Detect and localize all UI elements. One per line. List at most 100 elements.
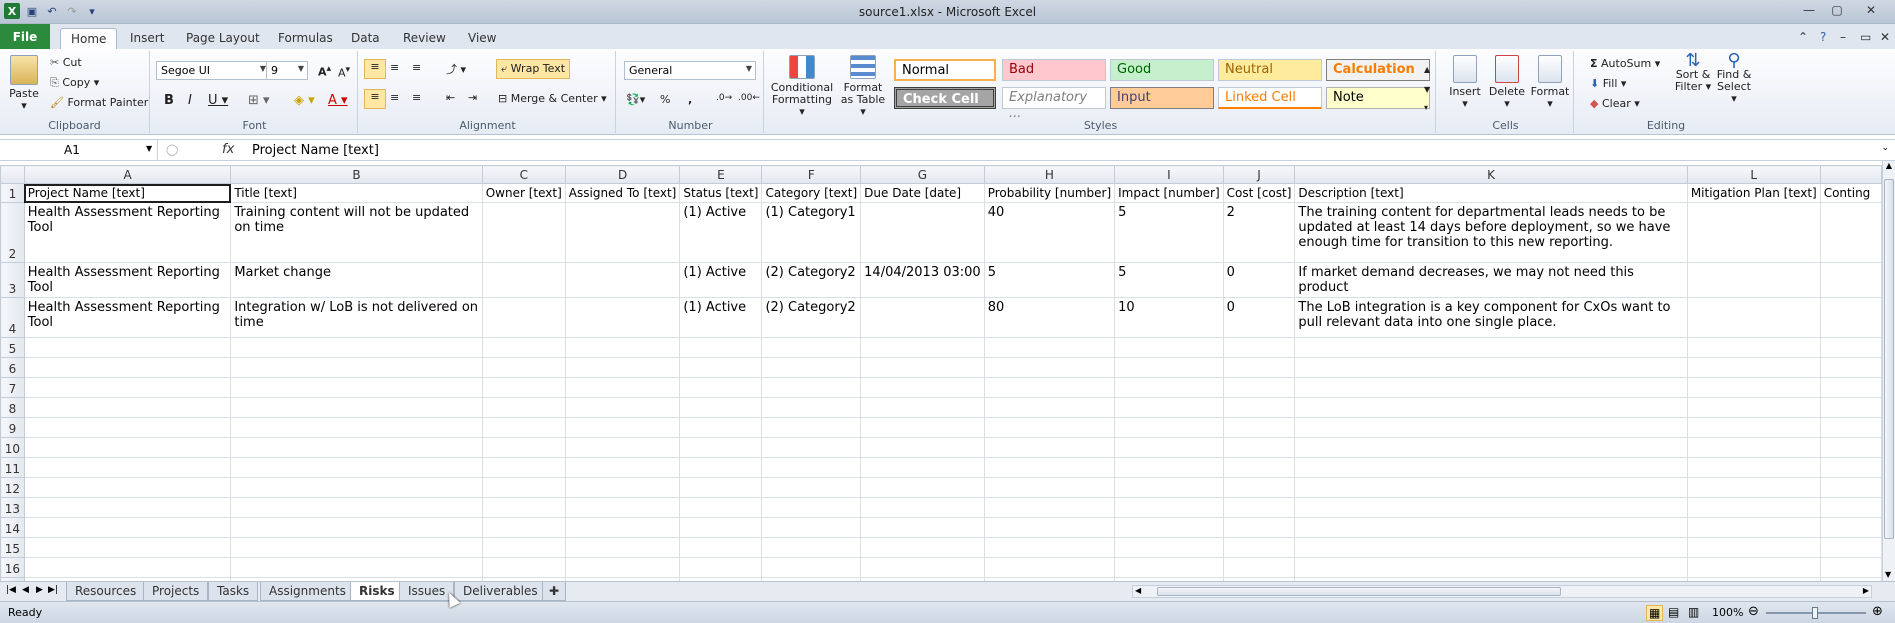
cell[interactable] [860, 557, 985, 578]
cell[interactable] [983, 457, 1116, 478]
cell[interactable] [564, 297, 681, 338]
cell[interactable] [1114, 557, 1224, 578]
cell[interactable] [564, 537, 681, 558]
sheet-tab-projects[interactable]: Projects [143, 582, 209, 601]
cell[interactable] [761, 537, 862, 558]
cell[interactable] [1114, 337, 1224, 358]
cell[interactable] [1294, 477, 1688, 498]
cell[interactable] [564, 557, 681, 578]
cell[interactable] [1686, 377, 1821, 398]
cell[interactable] [1819, 297, 1882, 338]
cell[interactable] [564, 262, 681, 298]
cut-button[interactable]: ✂ Cut [50, 56, 82, 69]
cell[interactable] [1222, 417, 1296, 438]
cell[interactable] [860, 457, 985, 478]
cell[interactable] [679, 377, 763, 398]
cell[interactable] [679, 537, 763, 558]
cell[interactable] [1294, 337, 1688, 358]
cell[interactable] [564, 497, 681, 518]
cell[interactable] [1222, 437, 1296, 458]
cell[interactable] [1686, 477, 1821, 498]
horizontal-scroll-thumb[interactable] [1157, 587, 1561, 596]
cell[interactable] [230, 377, 483, 398]
cell[interactable] [1114, 437, 1224, 458]
cell[interactable] [564, 357, 681, 378]
cell[interactable] [564, 377, 681, 398]
cell[interactable] [983, 557, 1116, 578]
cell[interactable]: Mitigation Plan [text] [1686, 183, 1821, 203]
cell[interactable] [230, 457, 483, 478]
cell[interactable] [1819, 497, 1882, 518]
cell[interactable] [1686, 457, 1821, 478]
cell[interactable] [860, 377, 985, 398]
cell[interactable] [1114, 477, 1224, 498]
comma-style-icon[interactable]: , [688, 93, 692, 106]
wrap-text-button[interactable]: ⤶ Wrap Text [496, 59, 571, 79]
cell[interactable] [1222, 337, 1296, 358]
cell[interactable]: Conting [1819, 183, 1882, 203]
style-note[interactable]: Note [1326, 87, 1430, 109]
cell[interactable] [1114, 457, 1224, 478]
cell[interactable] [1294, 357, 1688, 378]
cell[interactable] [23, 517, 232, 538]
row-header[interactable]: 9 [0, 417, 25, 438]
cell[interactable] [761, 557, 862, 578]
cell[interactable] [1114, 357, 1224, 378]
cell[interactable]: Health Assessment Reporting Tool [23, 297, 232, 338]
cell[interactable]: (2) Category2 [761, 297, 862, 338]
cell[interactable] [761, 457, 862, 478]
styles-scroll-down-icon[interactable]: ▼ [1424, 85, 1430, 94]
cell[interactable] [1819, 337, 1882, 358]
row-header[interactable]: 13 [0, 497, 25, 518]
align-left-icon[interactable]: ≡ [364, 89, 386, 109]
cell[interactable] [1222, 497, 1296, 518]
cell[interactable] [230, 337, 483, 358]
column-header[interactable]: H [983, 165, 1116, 184]
cell[interactable] [1222, 537, 1296, 558]
cell[interactable] [1294, 557, 1688, 578]
row-header[interactable]: 4 [0, 297, 25, 338]
cell[interactable] [761, 437, 862, 458]
style-neutral[interactable]: Neutral [1218, 59, 1322, 81]
cell[interactable] [761, 397, 862, 418]
format-as-table-button[interactable]: Format as Table ▾ [840, 55, 886, 118]
cell[interactable] [761, 517, 862, 538]
workbook-minimize-icon[interactable]: – [1838, 28, 1848, 49]
cell[interactable]: 14/04/2013 03:00 [860, 262, 985, 298]
cell[interactable] [1686, 262, 1821, 298]
cell[interactable] [564, 202, 681, 263]
cell[interactable] [230, 417, 483, 438]
cell[interactable]: Description [text] [1294, 183, 1688, 203]
help-icon[interactable]: ? [1818, 28, 1828, 49]
cell[interactable] [860, 517, 985, 538]
column-header[interactable]: B [230, 165, 483, 184]
cell[interactable] [679, 477, 763, 498]
cell[interactable] [1819, 357, 1882, 378]
workbook-restore-icon[interactable]: ▭ [1858, 28, 1873, 49]
cell[interactable]: Project Name [text] [23, 183, 232, 203]
bold-icon[interactable]: B [164, 93, 174, 108]
row-header[interactable]: 10 [0, 437, 25, 458]
cell[interactable] [230, 477, 483, 498]
shrink-font-icon[interactable]: A▾ [338, 64, 350, 80]
cell[interactable]: Assigned To [text] [564, 183, 681, 203]
cell[interactable] [983, 497, 1116, 518]
vertical-scrollbar[interactable]: ▲ ▼ [1882, 161, 1895, 581]
font-color-icon[interactable]: A ▾ [328, 93, 348, 108]
cell[interactable] [23, 357, 232, 378]
cell[interactable]: Cost [cost] [1222, 183, 1296, 203]
cell[interactable]: (1) Active [679, 202, 763, 263]
copy-button[interactable]: ⎘ Copy ▾ [50, 76, 99, 90]
cell[interactable] [230, 517, 483, 538]
cell[interactable] [1294, 437, 1688, 458]
cell[interactable]: Training content will not be updated on … [230, 202, 483, 263]
row-header[interactable]: 7 [0, 377, 25, 398]
select-all-corner[interactable] [0, 165, 25, 184]
cell[interactable] [230, 497, 483, 518]
cell[interactable] [1222, 557, 1296, 578]
cell[interactable] [1819, 437, 1882, 458]
cell[interactable]: Category [text] [761, 183, 862, 203]
font-name-combo[interactable]: Segoe UI ▼ [156, 61, 270, 80]
cell-table[interactable]: A B C D E F G H I J K L 1 Project Name [t… [0, 165, 1882, 581]
style-linked-cell[interactable]: Linked Cell [1218, 87, 1322, 109]
